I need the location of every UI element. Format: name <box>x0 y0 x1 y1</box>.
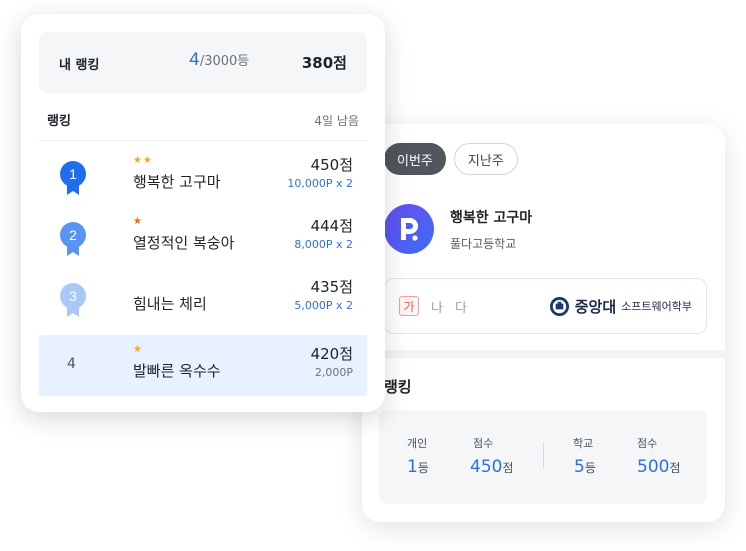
tab-last-week[interactable]: 지난주 <box>453 143 518 175</box>
profile-school: 풀다고등학교 <box>450 236 517 251</box>
row-point: 2,000P <box>314 366 353 379</box>
individual-score-label: 점수 <box>473 437 494 450</box>
row-score: 435점 <box>310 278 353 296</box>
medal-icon: 3 <box>60 283 86 317</box>
ranking-row[interactable]: 2 ★ 열정적인 복숭아 444점 8,000P x 2 <box>39 207 367 268</box>
stats-separator <box>543 442 544 468</box>
my-rank-label: 내 랭킹 <box>59 58 100 73</box>
my-rank-position: 4/3000등 <box>189 50 250 70</box>
user-profile: 행복한 고구마 풀다고등학교 <box>384 204 532 254</box>
row-point: 8,000P x 2 <box>294 238 353 251</box>
app-logo-icon <box>384 204 434 254</box>
star-rating: ★ <box>133 344 143 355</box>
svg-text:3: 3 <box>69 288 77 304</box>
school-group-box: 가 나 다 중앙대 소프트웨어학부 <box>384 278 707 334</box>
my-ranking-card: 내 랭킹 4/3000등 380점 랭킹 4일 남음 1 ★★ 행복한 고구마 … <box>21 14 385 412</box>
group-letters: 가 나 다 <box>399 296 467 316</box>
row-point: 10,000P x 2 <box>287 177 353 190</box>
school-score: 500점 <box>637 457 681 477</box>
ranking-screen: 이번주 지난주 행복한 고구마 풀다고등학교 가 나 다 중앙대 소프트웨어학부… <box>0 0 746 551</box>
school-rank: 5등 <box>574 457 596 477</box>
group-letter-ga[interactable]: 가 <box>399 296 419 316</box>
star-rating: ★ <box>133 216 143 227</box>
group-letter-da[interactable]: 다 <box>455 297 467 316</box>
ranking-title: 랭킹 <box>384 378 412 396</box>
week-tabs: 이번주 지난주 <box>384 143 518 175</box>
school-label: 학교 <box>573 437 594 450</box>
divider <box>39 140 367 141</box>
row-score: 444점 <box>310 217 353 235</box>
row-score: 420점 <box>310 345 353 363</box>
my-rank-score: 380점 <box>301 54 347 72</box>
individual-score: 450점 <box>470 457 514 477</box>
medal-icon: 1 <box>60 161 86 195</box>
ranking-row[interactable]: 3 힘내는 체리 435점 5,000P x 2 <box>39 268 367 329</box>
remaining-days: 4일 남음 <box>314 114 359 128</box>
section-divider <box>362 350 725 358</box>
svg-text:1: 1 <box>69 166 77 182</box>
individual-rank: 1등 <box>407 457 429 477</box>
profile-name: 행복한 고구마 <box>450 209 533 226</box>
row-name: 행복한 고구마 <box>133 173 221 191</box>
row-point: 5,000P x 2 <box>294 299 353 312</box>
row-name: 힘내는 체리 <box>133 295 207 313</box>
svg-text:2: 2 <box>69 227 77 243</box>
school-score-label: 점수 <box>637 437 658 450</box>
row-name: 발빠른 옥수수 <box>133 362 221 380</box>
university-department: 소프트웨어학부 <box>621 300 692 313</box>
university-emblem-icon <box>549 296 569 316</box>
star-rating: ★★ <box>133 155 153 166</box>
medal-icon: 2 <box>60 222 86 256</box>
ranking-row[interactable]: 1 ★★ 행복한 고구마 450점 10,000P x 2 <box>39 146 367 207</box>
weekly-ranking-card: 이번주 지난주 행복한 고구마 풀다고등학교 가 나 다 중앙대 소프트웨어학부… <box>362 124 725 522</box>
my-rank-summary: 내 랭킹 4/3000등 380점 <box>39 32 367 93</box>
ranking-title: 랭킹 <box>47 114 71 129</box>
university-logo: 중앙대 소프트웨어학부 <box>549 296 692 317</box>
row-name: 열정적인 복숭아 <box>133 234 235 252</box>
group-letter-na[interactable]: 나 <box>431 297 443 316</box>
ranking-stats: 개인 점수 학교 점수 1등 450점 5등 500점 <box>379 410 707 504</box>
individual-label: 개인 <box>407 437 428 450</box>
tab-this-week[interactable]: 이번주 <box>384 143 446 175</box>
row-rank-number: 4 <box>67 356 76 372</box>
ranking-row-mine[interactable]: 4 ★ 발빠른 옥수수 420점 2,000P <box>39 335 367 396</box>
university-name: 중앙대 <box>574 297 617 316</box>
row-score: 450점 <box>310 156 353 174</box>
